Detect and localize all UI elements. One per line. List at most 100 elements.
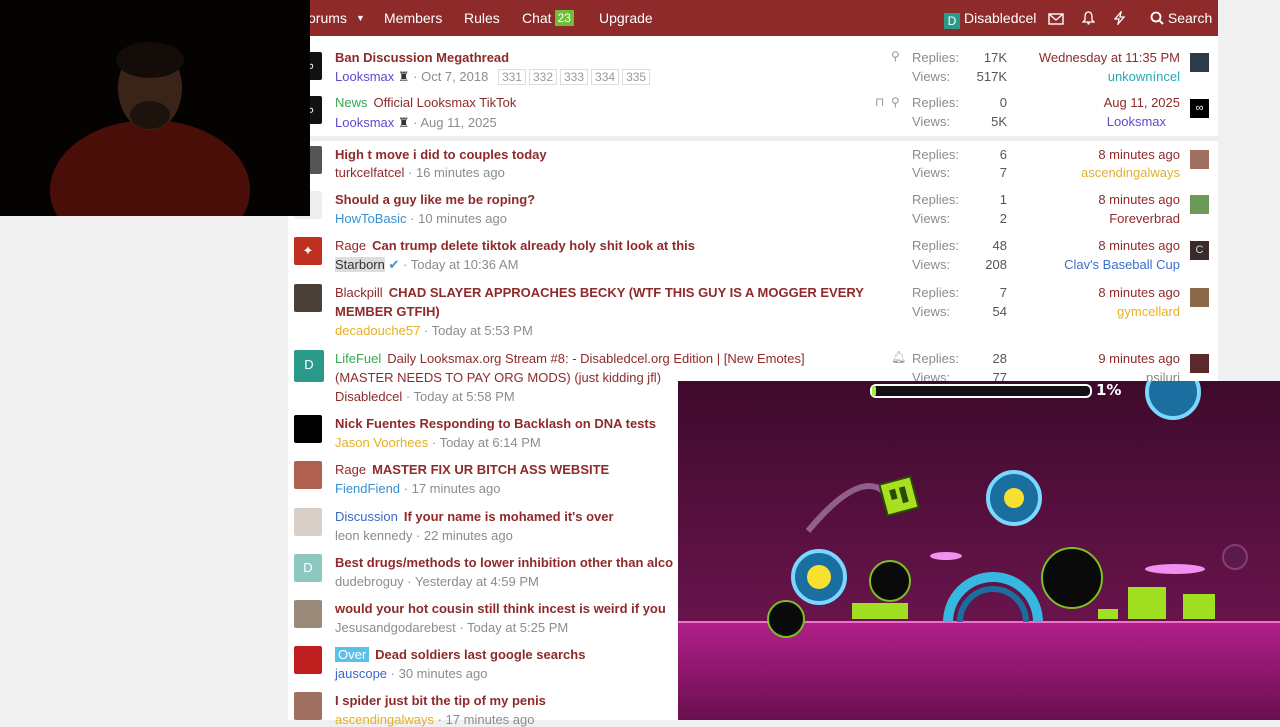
last-poster-avatar[interactable]	[1190, 150, 1209, 169]
thread-avatar[interactable]	[294, 415, 322, 443]
last-post-user[interactable]: unkowníncel	[1108, 69, 1180, 84]
thread-title[interactable]: Rage Can trump delete tiktok already holy…	[335, 238, 695, 253]
last-post-time[interactable]: Wednesday at 11:35 PM	[1039, 50, 1180, 65]
thread-title-text[interactable]: Can trump delete tiktok already holy shi…	[372, 238, 695, 253]
last-post-time[interactable]: 8 minutes ago	[1098, 238, 1180, 253]
thread-avatar[interactable]	[294, 600, 322, 628]
thread-title[interactable]: High t move i did to couples today	[335, 147, 547, 162]
thread-meta: Looksmax ♜ · Aug 11, 2025	[335, 115, 497, 130]
thread-author[interactable]: decadouche57	[335, 323, 420, 338]
last-post-user[interactable]: ascendingalways	[1081, 165, 1180, 180]
thread-prefix[interactable]: Rage	[335, 462, 366, 477]
thread-author[interactable]: Looksmax	[335, 115, 394, 130]
last-poster-avatar[interactable]: ∞	[1190, 99, 1209, 118]
nav-chat[interactable]: Chat 23	[522, 0, 574, 36]
thread-prefix[interactable]: Over	[335, 647, 370, 662]
thread-title-text[interactable]: Daily Looksmax.org Stream #8: - Disabled…	[387, 351, 804, 366]
thread-author[interactable]: FiendFiend	[335, 481, 400, 496]
last-post-time[interactable]: 8 minutes ago	[1098, 147, 1180, 162]
last-poster-avatar[interactable]: C	[1190, 241, 1209, 260]
last-post-user[interactable]: gymcellard	[1117, 304, 1180, 319]
page-link[interactable]: 334	[591, 69, 620, 85]
thread-title[interactable]: Nick Fuentes Responding to Backlash on D…	[335, 416, 656, 431]
thread-date: Today at 10:36 AM	[410, 257, 519, 272]
thread-title[interactable]: Discussion If your name is mohamed it's o…	[335, 509, 614, 524]
thread-prefix[interactable]: Rage	[335, 238, 366, 253]
nav-forums[interactable]: orums	[308, 0, 347, 36]
bell-icon[interactable]	[1081, 0, 1096, 36]
replies-value: 0	[999, 95, 1007, 110]
search-button[interactable]: Search	[1150, 0, 1212, 36]
thread-title[interactable]: would your hot cousin still think incest…	[335, 601, 666, 616]
thread-title-text[interactable]: Official Looksmax TikTok	[374, 95, 517, 110]
last-post-time[interactable]: Aug 11, 2025	[1104, 95, 1180, 110]
views-label: Views:	[912, 257, 951, 272]
nav-upgrade[interactable]: Upgrade	[599, 0, 653, 36]
thread-avatar[interactable]	[294, 284, 322, 312]
last-post-user[interactable]: Foreverbrad	[1109, 211, 1180, 226]
user-avatar: D	[944, 13, 960, 29]
thread-author[interactable]: HowToBasic	[335, 211, 407, 226]
thread-avatar[interactable]	[294, 508, 322, 536]
views-stat: Views: 2	[912, 211, 1007, 226]
nav-members[interactable]: Members	[384, 0, 442, 36]
page-link[interactable]: 331	[497, 69, 526, 85]
last-post-user[interactable]: Clav's Baseball Cup	[1064, 257, 1180, 272]
page-link[interactable]: 333	[560, 69, 589, 85]
thread-prefix[interactable]: Blackpill	[335, 285, 383, 300]
search-label: Search	[1167, 10, 1213, 26]
last-post-user-name: Looksmax	[1106, 114, 1166, 129]
thread-author[interactable]: Jesusandgodarebest	[335, 620, 456, 635]
last-poster-avatar[interactable]	[1190, 288, 1209, 307]
last-post-time[interactable]: 9 minutes ago	[1098, 351, 1180, 366]
views-label: Views:	[912, 69, 951, 84]
last-poster-avatar[interactable]	[1190, 53, 1209, 72]
thread-title-text[interactable]: If your name is mohamed it's over	[404, 509, 614, 524]
thread-title-text[interactable]: MASTER FIX UR BITCH ASS WEBSITE	[372, 462, 609, 477]
thread-avatar[interactable]	[294, 692, 322, 720]
page-link[interactable]: 332	[528, 69, 557, 85]
replies-label: Replies:	[912, 147, 959, 162]
thread-avatar[interactable]: ✦	[294, 237, 322, 265]
thread-author[interactable]: Jason Voorhees	[335, 435, 428, 450]
page-link[interactable]: 335	[622, 69, 651, 85]
thread-title[interactable]: Ban Discussion Megathread	[335, 50, 509, 65]
last-poster-avatar[interactable]	[1190, 195, 1209, 214]
thread-title[interactable]: Over Dead soldiers last google searchs	[335, 647, 585, 662]
thread-date: 16 minutes ago	[415, 165, 505, 180]
user-menu[interactable]: D Disabledcel	[944, 0, 1036, 36]
thread-title-line-2[interactable]: (MASTER NEEDS TO PAY ORG MODS) (just kid…	[335, 370, 661, 385]
thread-prefix[interactable]: News	[335, 95, 368, 110]
thread-title[interactable]: Blackpill CHAD SLAYER APPROACHES BECKY (W…	[335, 285, 864, 300]
thread-title[interactable]: LifeFuel Daily Looksmax.org Stream #8: - …	[335, 351, 805, 366]
thread-author[interactable]: jauscope	[335, 666, 387, 681]
thread-title-text[interactable]: Dead soldiers last google searchs	[375, 647, 585, 662]
last-post-time[interactable]: 8 minutes ago	[1098, 192, 1180, 207]
thread-title-line-2[interactable]: MEMBER GTFIH)	[335, 304, 440, 319]
inbox-icon[interactable]: 3	[1048, 0, 1064, 36]
nav-rules[interactable]: Rules	[464, 0, 500, 36]
thread-author[interactable]: Disabledcel	[335, 389, 402, 404]
thread-prefix[interactable]: Discussion	[335, 509, 398, 524]
thread-title[interactable]: Rage MASTER FIX UR BITCH ASS WEBSITE	[335, 462, 609, 477]
thread-avatar[interactable]	[294, 461, 322, 489]
thread-avatar[interactable]	[294, 646, 322, 674]
thread-title[interactable]: Should a guy like me be roping?	[335, 192, 535, 207]
thread-title[interactable]: News Official Looksmax TikTok	[335, 95, 516, 110]
last-post-user[interactable]: Looksmax	[1107, 114, 1180, 129]
bolt-icon[interactable]	[1113, 0, 1126, 36]
thread-author[interactable]: leon kennedy	[335, 528, 412, 543]
thread-title[interactable]: I spider just bit the tip of my penis	[335, 693, 546, 708]
thread-avatar[interactable]: D	[294, 350, 324, 382]
last-post-time[interactable]: 8 minutes ago	[1098, 285, 1180, 300]
thread-title[interactable]: Best drugs/methods to lower inhibition o…	[335, 555, 673, 570]
thread-prefix[interactable]: LifeFuel	[335, 351, 381, 366]
thread-author[interactable]: turkcelfatcel	[335, 165, 404, 180]
thread-title-text[interactable]: CHAD SLAYER APPROACHES BECKY (WTF THIS G…	[389, 285, 864, 300]
thread-author[interactable]: dudebroguy	[335, 574, 404, 589]
thread-author[interactable]: Looksmax	[335, 69, 394, 84]
thread-avatar[interactable]: D	[294, 554, 322, 582]
last-poster-avatar[interactable]	[1190, 354, 1209, 373]
chevron-down-icon[interactable]: ▼	[356, 0, 365, 36]
thread-author[interactable]: Starborn	[335, 257, 385, 272]
